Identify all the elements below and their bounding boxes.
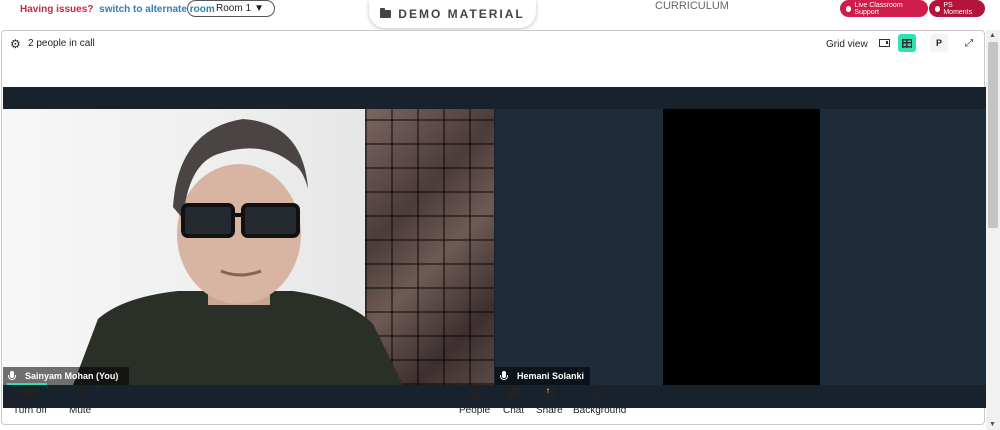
background-button[interactable]: Background — [573, 383, 626, 416]
share-button[interactable]: Share — [536, 383, 563, 417]
page-scrollbar[interactable]: ▲ ▼ — [986, 30, 1000, 430]
people-label: People — [459, 405, 491, 416]
chat-icon — [507, 386, 521, 401]
gear-icon[interactable]: ⚙ — [10, 37, 21, 51]
sidebar-view-icon — [878, 39, 890, 47]
share-label: Share — [536, 405, 563, 416]
grid-view-icon — [902, 38, 912, 48]
moments-icon — [935, 5, 941, 12]
call-controls: Turn off ⌄ Mute ⌄ People Chat Share Back… — [2, 377, 986, 425]
issues-text: Having issues? — [20, 4, 94, 15]
demo-material-label: DEMO MATERIAL — [398, 7, 525, 21]
camera-icon — [21, 387, 39, 397]
support-icon — [846, 5, 852, 12]
top-bar: Having issues? switch to alternate room … — [0, 0, 1000, 30]
camera-toggle-button[interactable]: Turn off — [13, 383, 47, 416]
chevron-down-icon[interactable]: ⌄ — [95, 381, 102, 390]
call-header: ⚙ 2 people in call Grid view P ⤢ — [2, 31, 986, 57]
scroll-down-icon[interactable]: ▼ — [989, 421, 996, 428]
video-tile-self[interactable]: Sainyam Mohan (You) — [3, 109, 494, 385]
mute-label: Mute — [69, 405, 92, 416]
mute-button[interactable]: Mute — [69, 383, 91, 416]
person-icon — [468, 385, 481, 399]
issues-notice: Having issues? switch to alternate room — [20, 4, 215, 15]
chat-label: Chat — [503, 405, 525, 416]
microphone-icon — [75, 387, 86, 399]
people-count: 2 people in call — [28, 38, 95, 49]
participant-video — [73, 119, 403, 385]
chat-button[interactable]: Chat — [503, 383, 524, 416]
scroll-up-icon[interactable]: ▲ — [989, 32, 996, 39]
grid-view-button[interactable] — [898, 34, 916, 52]
call-panel: ⚙ 2 people in call Grid view P ⤢ Sainyam… — [1, 30, 986, 425]
ps-moments-button[interactable]: PS Moments — [929, 0, 985, 17]
people-button[interactable]: People — [459, 383, 490, 416]
demo-material-button[interactable]: DEMO MATERIAL — [369, 0, 536, 28]
ps-moments-label: PS Moments — [943, 1, 973, 16]
share-icon — [542, 386, 556, 398]
scrollbar-thumb[interactable] — [988, 42, 998, 228]
live-support-label: Live Classroom Support — [854, 1, 903, 16]
view-mode-label: Grid view — [826, 39, 868, 50]
chevron-down-icon[interactable]: ⌄ — [44, 381, 51, 390]
video-tile-remote[interactable]: Hemani Solanki — [495, 109, 986, 385]
video-stage: Sainyam Mohan (You) Hemani Solanki — [3, 87, 986, 408]
camera-label: Turn off — [13, 405, 47, 416]
participant-video-placeholder — [663, 109, 820, 385]
curriculum-link[interactable]: CURRICULUM — [655, 0, 729, 12]
live-classroom-support-button[interactable]: Live Classroom Support — [840, 0, 928, 17]
sidebar-view-button[interactable] — [875, 34, 893, 52]
expand-icon[interactable]: ⤢ — [960, 34, 978, 52]
room-select[interactable]: Room 1 ▼ — [187, 0, 275, 17]
p-button[interactable]: P — [930, 34, 948, 52]
background-icon — [593, 385, 607, 399]
room-select-value: Room 1 — [216, 3, 252, 14]
caret-down-icon: ▼ — [254, 3, 264, 14]
folder-icon — [380, 8, 392, 18]
background-label: Background — [573, 405, 627, 416]
